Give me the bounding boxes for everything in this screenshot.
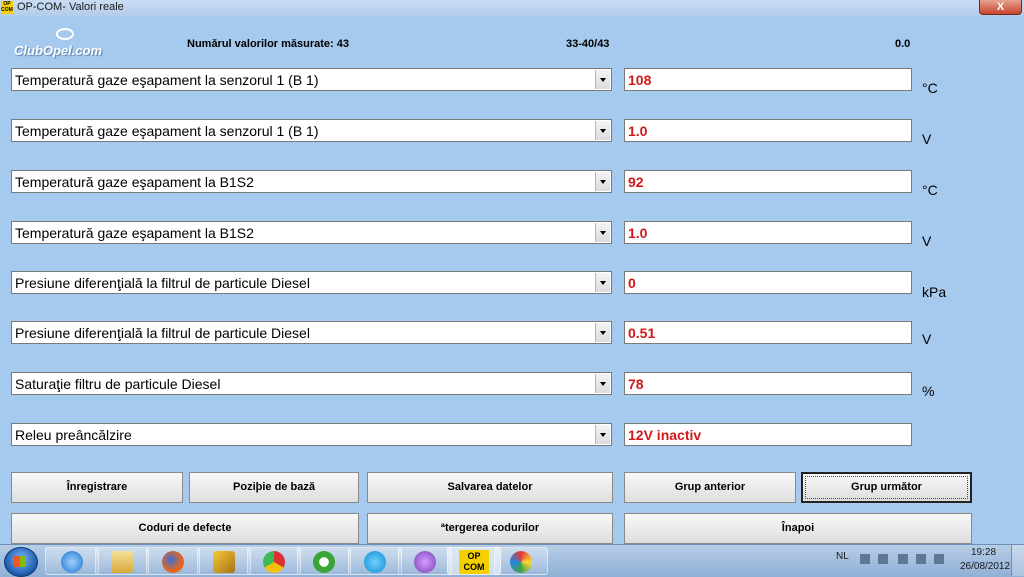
parameter-select-8[interactable]: Releu preâncălzire	[11, 423, 612, 446]
parameter-unit-6: V	[922, 331, 932, 347]
parameter-select-1[interactable]: Temperatură gaze eşapament la senzorul 1…	[11, 68, 612, 91]
network-signal-icon[interactable]	[916, 554, 926, 564]
dropdown-arrow-icon[interactable]	[595, 425, 610, 444]
volume-icon[interactable]	[934, 554, 944, 564]
parameter-label: Saturaţie filtru de particule Diesel	[15, 376, 221, 392]
parameter-label: Releu preâncălzire	[15, 427, 132, 443]
parameter-value-2: 1.0	[624, 119, 912, 142]
opcom-taskbar-item[interactable]: OP COM	[447, 547, 501, 575]
firefox-icon[interactable]	[146, 547, 200, 575]
parameter-value-5: 0	[624, 271, 912, 294]
clear-codes-button[interactable]: ªtergerea codurilor	[367, 513, 613, 544]
language-indicator[interactable]: NL	[836, 551, 849, 562]
parameter-unit-2: V	[922, 131, 932, 147]
parameter-label: Presiune diferenţială la filtrul de part…	[15, 275, 310, 291]
group-range: 33-40/43	[566, 38, 610, 50]
parameter-value-1: 108	[624, 68, 912, 91]
next-group-button[interactable]: Grup următor	[801, 472, 972, 503]
parameter-value-7: 78	[624, 372, 912, 395]
clock-time[interactable]: 19:28	[971, 547, 996, 558]
opcom-icon: OP COM	[459, 550, 489, 574]
parameter-select-3[interactable]: Temperatură gaze eşapament la B1S2	[11, 170, 612, 193]
clubopel-logo: ClubOpel.com	[14, 28, 114, 64]
dropdown-arrow-icon[interactable]	[595, 273, 610, 292]
dropdown-arrow-icon[interactable]	[595, 323, 610, 342]
dropdown-arrow-icon[interactable]	[595, 70, 610, 89]
action-center-flag-icon[interactable]	[878, 554, 888, 564]
window-title: OP-COM- Valori reale	[17, 1, 124, 13]
taskbar: OP COM	[0, 544, 1024, 577]
parameter-value-8: 12V inactiv	[624, 423, 912, 446]
measured-values-count: Numărul valorilor măsurate: 43	[187, 38, 350, 50]
parameter-value-4: 1.0	[624, 221, 912, 244]
dropdown-arrow-icon[interactable]	[595, 223, 610, 242]
parameter-select-6[interactable]: Presiune diferenţială la filtrul de part…	[11, 321, 612, 344]
record-button[interactable]: Înregistrare	[11, 472, 183, 503]
file-explorer-icon[interactable]	[95, 547, 149, 575]
dropdown-arrow-icon[interactable]	[595, 172, 610, 191]
utorrent-icon[interactable]	[297, 547, 351, 575]
skype-icon[interactable]	[348, 547, 402, 575]
parameter-unit-3: °C	[922, 182, 938, 198]
parameter-value-3: 92	[624, 170, 912, 193]
show-desktop-button[interactable]	[1011, 545, 1024, 576]
opcom-app-icon: OP COM	[1, 1, 13, 14]
parameter-value-6: 0.51	[624, 321, 912, 344]
base-position-button[interactable]: Poziþie de bază	[189, 472, 359, 503]
parameter-label: Presiune diferenţială la filtrul de part…	[15, 325, 310, 341]
title-bar: OP COM OP-COM- Valori reale X	[0, 0, 1024, 16]
paint-icon[interactable]	[494, 547, 548, 575]
fault-codes-button[interactable]: Coduri de defecte	[11, 513, 359, 544]
parameter-select-4[interactable]: Temperatură gaze eşapament la B1S2	[11, 221, 612, 244]
top-value: 0.0	[895, 38, 911, 50]
parameter-label: Temperatură gaze eşapament la senzorul 1…	[15, 72, 319, 88]
parameter-unit-4: V	[922, 233, 932, 249]
battery-icon[interactable]	[898, 554, 908, 564]
chrome-icon[interactable]	[247, 547, 301, 575]
parameter-select-7[interactable]: Saturaţie filtru de particule Diesel	[11, 372, 612, 395]
close-button[interactable]: X	[979, 0, 1022, 15]
dropdown-arrow-icon[interactable]	[595, 374, 610, 393]
parameter-unit-5: kPa	[922, 284, 947, 300]
start-button[interactable]	[4, 547, 38, 577]
internet-explorer-icon[interactable]	[45, 547, 99, 575]
previous-group-button[interactable]: Grup anterior	[624, 472, 796, 503]
winamp-icon[interactable]	[197, 547, 251, 575]
parameter-label: Temperatură gaze eşapament la B1S2	[15, 174, 254, 190]
parameter-label: Temperatură gaze eşapament la B1S2	[15, 225, 254, 241]
messenger-icon[interactable]	[398, 547, 452, 575]
parameter-label: Temperatură gaze eşapament la senzorul 1…	[15, 123, 319, 139]
parameter-unit-7: %	[922, 383, 935, 399]
parameter-select-5[interactable]: Presiune diferenţială la filtrul de part…	[11, 271, 612, 294]
tray-arrow-icon[interactable]	[860, 554, 870, 564]
clock-date[interactable]: 26/08/2012	[960, 561, 1010, 572]
dropdown-arrow-icon[interactable]	[595, 121, 610, 140]
parameter-unit-1: °C	[922, 80, 938, 96]
back-button[interactable]: Înapoi	[624, 513, 972, 544]
logo-text: ClubOpel.com	[14, 43, 103, 58]
opel-emblem-icon	[56, 28, 74, 40]
save-data-button[interactable]: Salvarea datelor	[367, 472, 613, 503]
parameter-select-2[interactable]: Temperatură gaze eşapament la senzorul 1…	[11, 119, 612, 142]
